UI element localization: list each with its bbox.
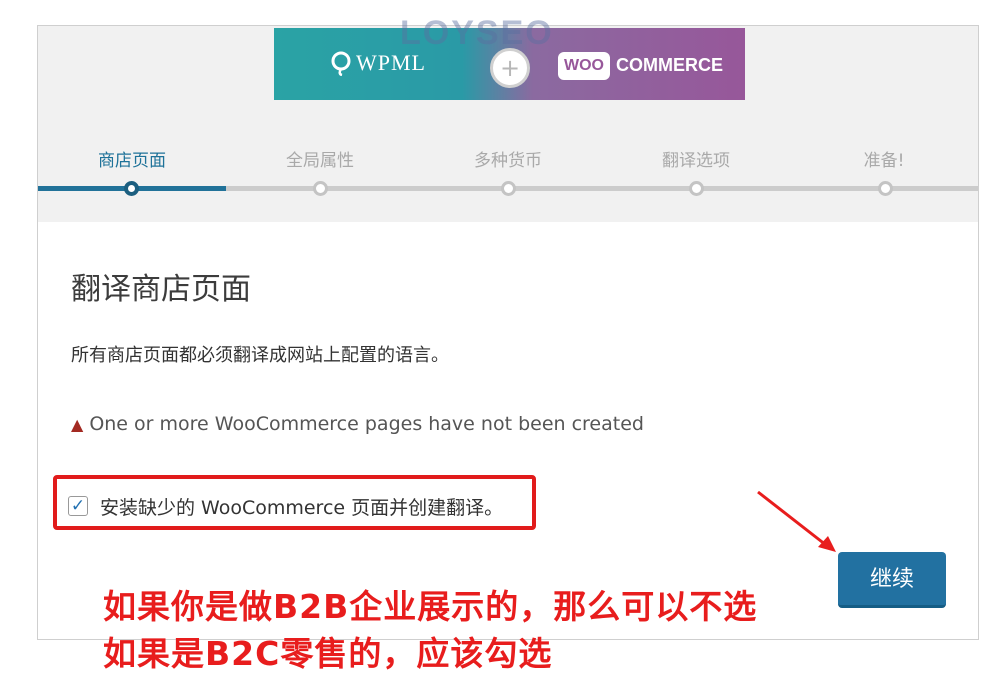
step-dot-1	[124, 181, 139, 196]
continue-button[interactable]: 继续	[838, 552, 946, 608]
page-title: 翻译商店页面	[71, 272, 251, 307]
install-missing-pages-label: 安装缺少的 WooCommerce 页面并创建翻译。	[100, 496, 504, 519]
install-missing-pages-option[interactable]: ✓ 安装缺少的 WooCommerce 页面并创建翻译。	[68, 486, 503, 526]
step-ready: 准备!	[863, 151, 905, 171]
step-global-attributes: 全局属性	[286, 151, 354, 171]
warning-message: ▲ One or more WooCommerce pages have not …	[71, 413, 644, 435]
step-dot-4	[689, 181, 704, 196]
install-missing-pages-checkbox[interactable]: ✓	[68, 496, 88, 516]
step-dot-3	[501, 181, 516, 196]
step-multi-currency: 多种货币	[474, 151, 542, 171]
woo-logo: WOO	[558, 52, 610, 80]
setup-wizard-panel: WPML + WOO COMMERCE 商店页面 全局属性 多种货币 翻译选项 …	[37, 25, 979, 640]
wpml-logo-icon	[331, 51, 351, 76]
annotation-line-2: 如果是B2C零售的，应该勾选	[103, 634, 553, 673]
commerce-logo-text: COMMERCE	[616, 55, 723, 75]
step-shop-pages: 商店页面	[98, 151, 166, 171]
step-dot-2	[313, 181, 328, 196]
page-description: 所有商店页面都必须翻译成网站上配置的语言。	[71, 345, 449, 366]
plus-icon: +	[490, 48, 530, 88]
warning-text: One or more WooCommerce pages have not b…	[89, 413, 644, 435]
wpml-logo-text: WPML	[356, 50, 426, 75]
annotation-line-1: 如果你是做B2B企业展示的，那么可以不选	[103, 587, 758, 626]
wizard-steps: 商店页面 全局属性 多种货币 翻译选项 准备!	[38, 146, 978, 196]
watermark: LOYSEO	[400, 14, 554, 52]
wizard-header: WPML + WOO COMMERCE 商店页面 全局属性 多种货币 翻译选项 …	[38, 26, 978, 222]
step-translation-options: 翻译选项	[662, 151, 730, 171]
warning-icon: ▲	[71, 415, 84, 434]
step-dot-5	[878, 181, 893, 196]
